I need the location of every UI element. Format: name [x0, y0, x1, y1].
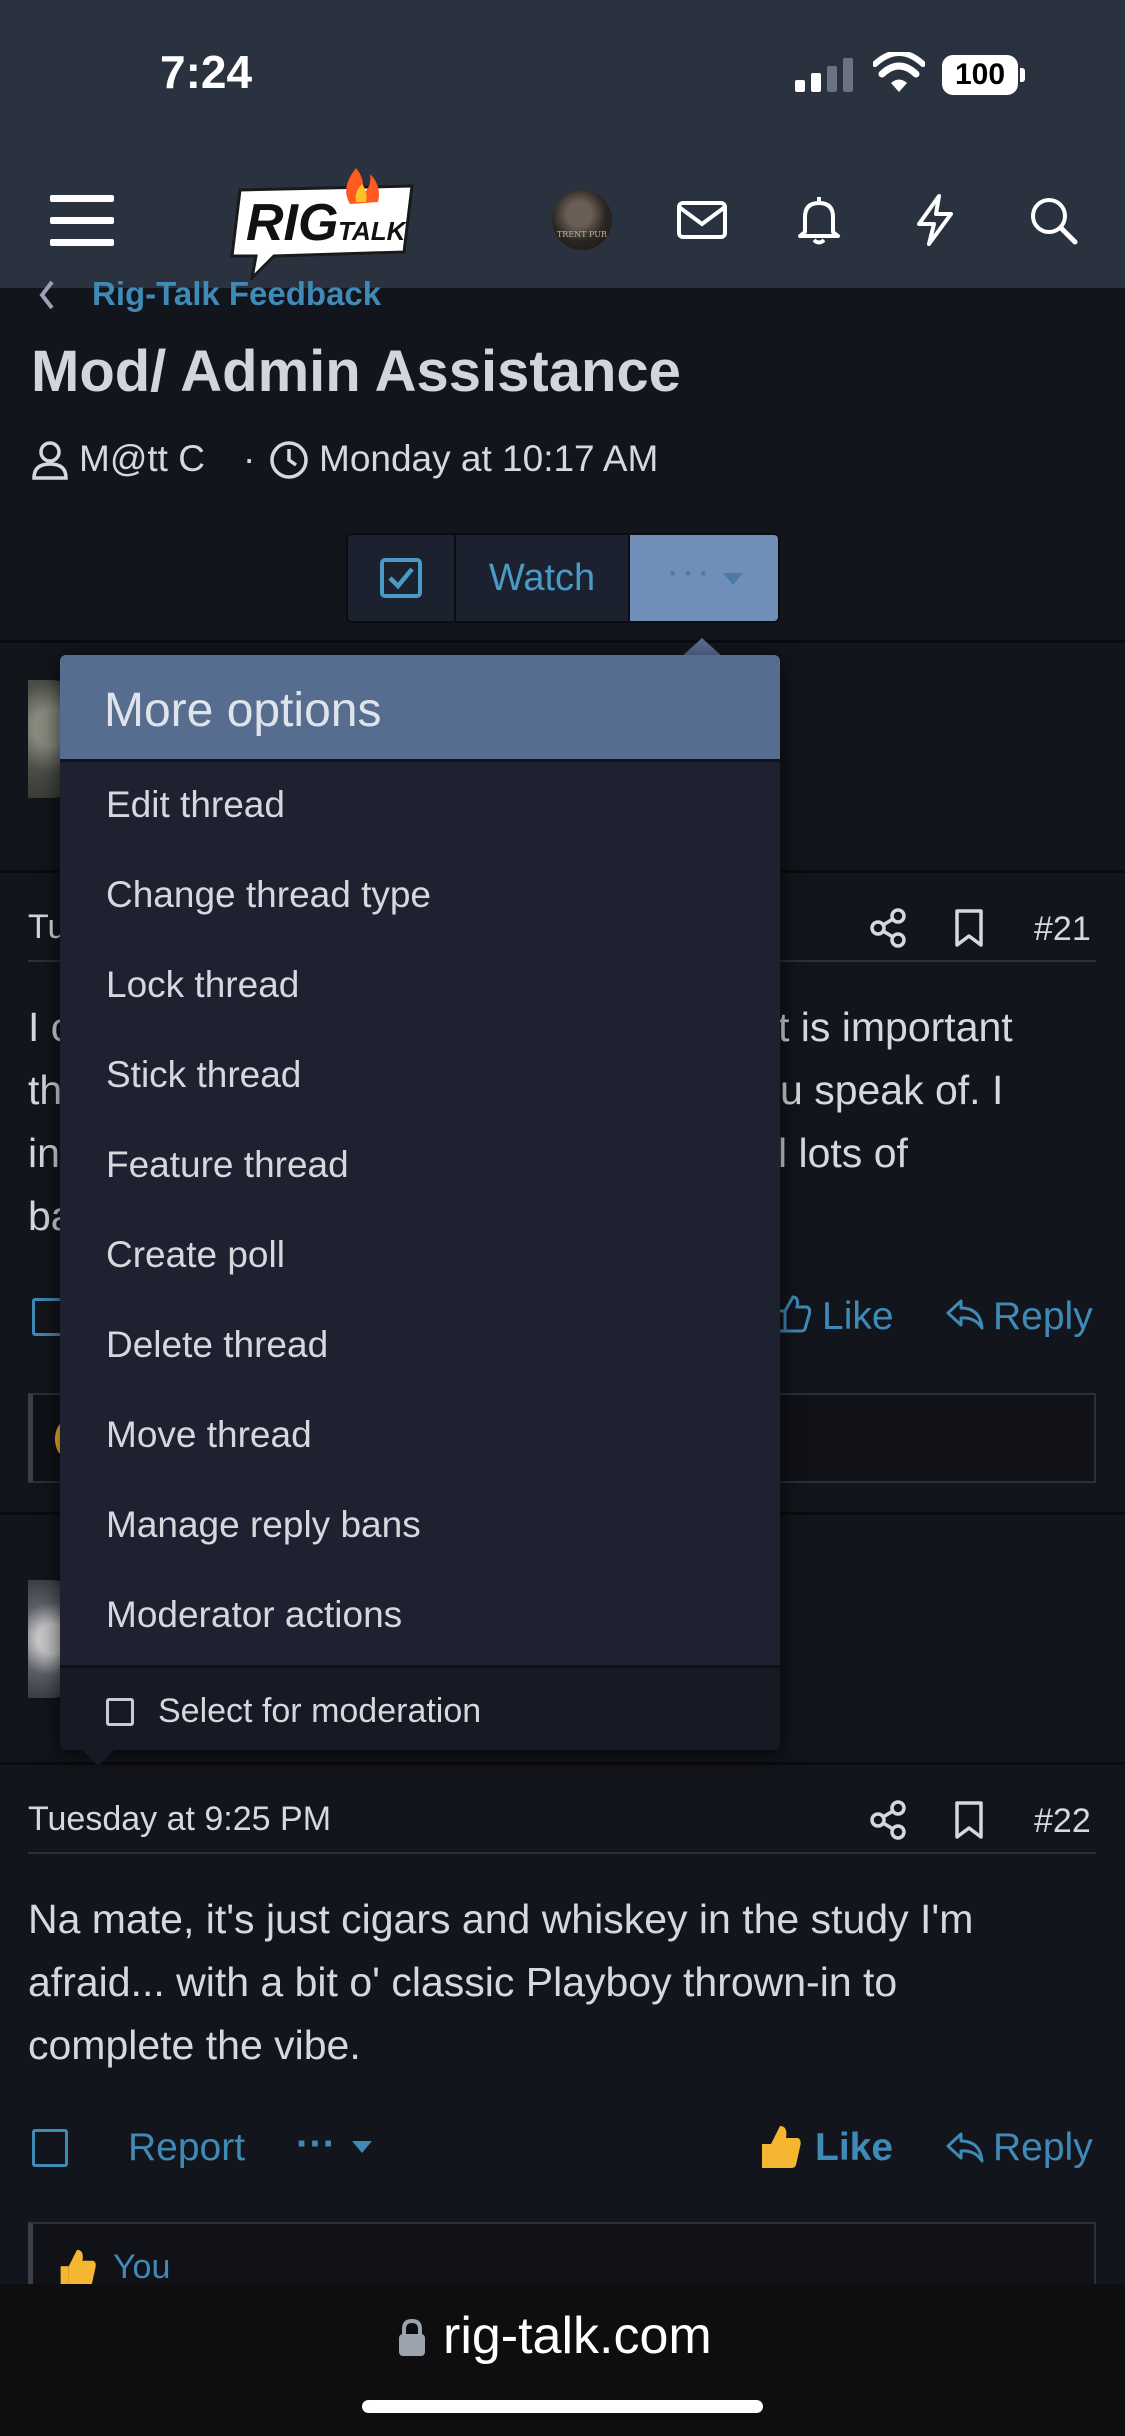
caret-down-icon — [723, 573, 743, 585]
page-title: Mod/ Admin Assistance — [31, 339, 681, 404]
home-indicator[interactable] — [362, 2400, 763, 2413]
hamburger-menu-icon[interactable] — [50, 193, 114, 247]
like-button[interactable]: Like — [815, 2126, 893, 2170]
reply-button[interactable]: Reply — [993, 1295, 1093, 1339]
post-body-line: afraid... with a bit o' classic Playboy … — [28, 1959, 898, 2005]
lock-icon — [399, 2319, 425, 2356]
select-for-moderation[interactable]: Select for moderation — [60, 1665, 780, 1750]
reply-icon — [946, 2132, 984, 2163]
menu-tail — [80, 1748, 116, 1766]
battery-indicator: 100 — [942, 55, 1026, 95]
thread-action-buttons: Watch ··· — [346, 533, 780, 623]
reaction-user[interactable]: You — [113, 2248, 170, 2287]
user-icon — [32, 441, 68, 480]
menu-item-moderator-actions[interactable]: Moderator actions — [60, 1572, 780, 1662]
thread-date[interactable]: Monday at 10:17 AM — [319, 438, 658, 480]
divider — [28, 1852, 1096, 1854]
user-avatar[interactable]: TRENT PUR — [552, 190, 612, 250]
status-time: 7:24 — [160, 46, 253, 98]
bookmark-icon[interactable] — [952, 908, 986, 948]
clock-icon — [270, 441, 308, 479]
svg-text:TALK: TALK — [338, 216, 408, 246]
more-options-menu: More options Edit thread Change thread t… — [60, 655, 780, 1750]
reply-icon — [946, 1299, 984, 1330]
lightning-bolt-icon[interactable] — [907, 192, 963, 248]
post-text-fragment: u speak of. I — [780, 1067, 1004, 1113]
breadcrumb[interactable]: Rig-Talk Feedback — [34, 273, 434, 313]
url-text[interactable]: rig-talk.com — [443, 2306, 712, 2366]
post-body-line: complete the vibe. — [28, 2022, 361, 2068]
bookmark-icon[interactable] — [952, 1800, 986, 1840]
chevron-left-icon — [39, 280, 54, 310]
checkbox-checked-icon — [380, 558, 422, 598]
post-text-fragment: t is important — [778, 1004, 1013, 1050]
meta-separator: · — [243, 438, 256, 479]
more-options-button[interactable]: ··· — [630, 535, 778, 621]
post-text-fragment: l lots of — [778, 1130, 908, 1176]
cellular-signal-icon — [795, 58, 853, 92]
menu-item-move-thread[interactable]: Move thread — [60, 1392, 780, 1482]
thread-meta: M@tt C · Monday at 10:17 AM — [31, 436, 731, 486]
svg-text:RIG: RIG — [246, 194, 338, 252]
post-number[interactable]: #21 — [1034, 910, 1091, 949]
thumbs-up-filled-icon — [762, 2126, 801, 2168]
watch-button[interactable]: Watch — [456, 535, 630, 621]
post-date[interactable]: Tuesday at 9:25 PM — [28, 1800, 331, 1839]
post-more-button[interactable]: ··· — [296, 2122, 336, 2167]
divider — [0, 640, 1125, 643]
menu-item-manage-reply-bans[interactable]: Manage reply bans — [60, 1482, 780, 1572]
post-text-fragment: th — [28, 1067, 63, 1113]
select-thread-button[interactable] — [348, 535, 456, 621]
menu-item-change-thread-type[interactable]: Change thread type — [60, 852, 780, 942]
like-button[interactable]: Like — [822, 1295, 894, 1339]
search-icon[interactable] — [1025, 192, 1081, 248]
menu-item-feature-thread[interactable]: Feature thread — [60, 1122, 780, 1212]
breadcrumb-link[interactable]: Rig-Talk Feedback — [92, 275, 381, 313]
post-select-checkbox[interactable] — [32, 2129, 68, 2167]
menu-item-stick-thread[interactable]: Stick thread — [60, 1032, 780, 1122]
thumbs-up-icon — [776, 1295, 811, 1333]
wifi-icon — [873, 52, 925, 92]
share-icon[interactable] — [869, 908, 907, 948]
caret-down-icon — [352, 2141, 372, 2153]
menu-item-edit-thread[interactable]: Edit thread — [60, 762, 780, 852]
moderation-checkbox[interactable] — [106, 1698, 134, 1726]
reply-button[interactable]: Reply — [993, 2126, 1093, 2170]
divider — [0, 1762, 1125, 1765]
menu-item-create-poll[interactable]: Create poll — [60, 1212, 780, 1302]
bell-icon[interactable] — [791, 192, 847, 248]
report-link[interactable]: Report — [128, 2126, 245, 2170]
share-icon[interactable] — [869, 1800, 907, 1840]
menu-header: More options — [60, 655, 780, 762]
post-text-fragment: in — [28, 1130, 60, 1176]
post-number[interactable]: #22 — [1034, 1802, 1091, 1841]
menu-item-lock-thread[interactable]: Lock thread — [60, 942, 780, 1032]
mail-icon[interactable] — [674, 192, 730, 248]
menu-item-delete-thread[interactable]: Delete thread — [60, 1302, 780, 1392]
post-body-line: Na mate, it's just cigars and whiskey in… — [28, 1896, 974, 1942]
rig-talk-logo[interactable]: RIG TALK — [222, 160, 422, 280]
thread-author[interactable]: M@tt C — [79, 438, 205, 480]
